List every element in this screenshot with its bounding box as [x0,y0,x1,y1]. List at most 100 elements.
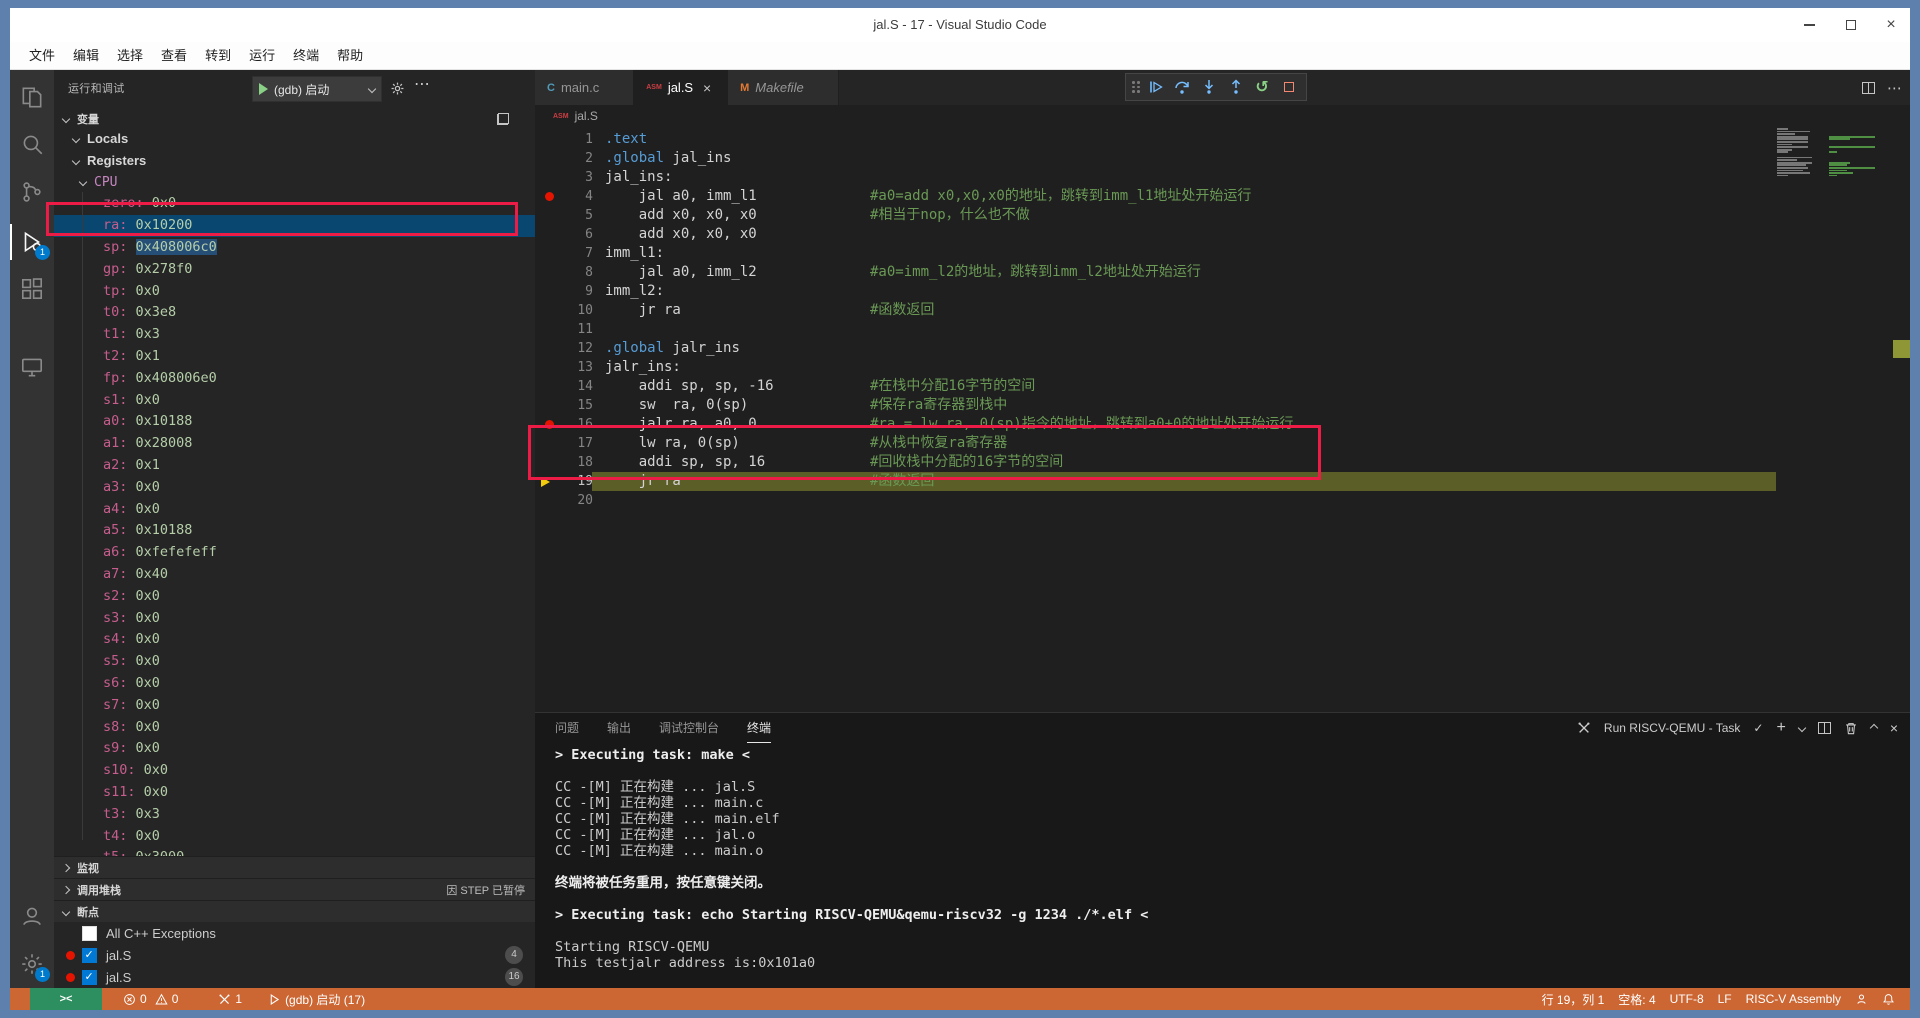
maximize-panel-icon[interactable] [1869,723,1879,733]
variables-group-row[interactable]: Locals [54,128,535,150]
register-row[interactable]: a2: 0x1 [54,455,535,477]
breakpoints-section-header[interactable]: 断点 [54,900,535,922]
step-into-button[interactable] [1198,75,1220,99]
breakpoint-row[interactable]: All C++ Exceptions [54,922,535,944]
maximize-button[interactable] [1834,8,1868,42]
register-row[interactable]: s10: 0x0 [54,760,535,782]
register-row[interactable]: a7: 0x40 [54,564,535,586]
watch-section-header[interactable]: 监视 [54,856,535,878]
register-row[interactable]: t0: 0x3e8 [54,302,535,324]
register-row[interactable]: s11: 0x0 [54,782,535,804]
register-row[interactable]: s1: 0x0 [54,390,535,412]
language-mode[interactable]: RISC-V Assembly [1739,988,1848,1010]
cpu-group-row[interactable]: CPU [54,172,535,194]
register-row[interactable]: s5: 0x0 [54,651,535,673]
breakpoint-checkbox[interactable] [82,947,97,963]
register-row[interactable]: s3: 0x0 [54,608,535,630]
breadcrumb[interactable]: ASM jal.S [535,105,1910,127]
search-icon[interactable] [10,124,54,164]
breakpoint-checkbox[interactable] [82,925,97,941]
register-row[interactable]: s4: 0x0 [54,629,535,651]
register-row[interactable]: a0: 0x10188 [54,411,535,433]
register-row[interactable]: gp: 0x278f0 [54,259,535,281]
register-row[interactable]: fp: 0x408006e0 [54,368,535,390]
close-panel-icon[interactable]: × [1890,720,1898,736]
split-editor-icon[interactable] [1862,81,1875,94]
register-row[interactable]: a3: 0x0 [54,477,535,499]
terminal-task-label[interactable]: Run RISCV-QEMU - Task [1604,721,1740,735]
drag-handle-icon[interactable] [1132,81,1140,93]
register-row[interactable]: a4: 0x0 [54,499,535,521]
menu-item[interactable]: 选择 [108,42,152,70]
editor-tab[interactable]: C main.c [535,70,635,105]
debug-settings-gear-icon[interactable] [390,81,405,101]
register-row[interactable]: s7: 0x0 [54,695,535,717]
debug-start-icon[interactable] [259,83,268,95]
register-row[interactable]: t2: 0x1 [54,346,535,368]
register-row[interactable]: sp: 0x408006c0 [54,237,535,259]
copy-icon[interactable] [497,113,509,125]
tab-close-icon[interactable]: × [699,80,715,96]
more-actions-icon[interactable]: ⋯ [414,74,431,94]
breakpoint-row[interactable]: jal.S 16 [54,966,535,988]
register-row[interactable]: s2: 0x0 [54,586,535,608]
problems-status[interactable]: 0 0 [116,988,185,1010]
close-button[interactable]: × [1874,8,1908,42]
register-row[interactable]: tp: 0x0 [54,281,535,303]
panel-tab[interactable]: 输出 [607,713,631,743]
menu-item[interactable]: 文件 [20,42,64,70]
trash-icon[interactable] [1844,721,1858,735]
bell-icon[interactable] [1875,988,1902,1010]
stop-button[interactable] [1278,75,1300,99]
register-row[interactable]: s9: 0x0 [54,738,535,760]
breakpoint-row[interactable]: jal.S 4 [54,944,535,966]
register-row[interactable]: t1: 0x3 [54,324,535,346]
register-row[interactable]: a5: 0x10188 [54,520,535,542]
editor-tab[interactable]: M Makefile [728,70,839,105]
continue-button[interactable] [1145,75,1167,99]
indentation-status[interactable]: 空格: 4 [1611,988,1662,1010]
explorer-icon[interactable] [10,78,54,118]
menu-item[interactable]: 转到 [196,42,240,70]
register-row[interactable]: t3: 0x3 [54,804,535,826]
more-actions-icon[interactable]: ⋯ [1887,79,1902,97]
title-bar[interactable]: jal.S - 17 - Visual Studio Code × [10,8,1910,42]
minimap[interactable] [1775,128,1885,192]
menu-item[interactable]: 查看 [152,42,196,70]
extensions-icon[interactable] [10,269,54,309]
panel-tab[interactable]: 调试控制台 [659,713,719,743]
editor-tab[interactable]: ASM jal.S × [634,70,729,105]
new-terminal-icon[interactable]: + [1776,719,1785,737]
variables-section-header[interactable]: 变量 [54,108,535,130]
register-row[interactable]: t5: 0x3000 [54,847,535,856]
account-icon[interactable] [10,896,54,936]
menu-item[interactable]: 运行 [240,42,284,70]
menu-item[interactable]: 编辑 [64,42,108,70]
register-row[interactable]: a1: 0x28008 [54,433,535,455]
feedback-icon[interactable] [1848,988,1875,1010]
encoding-status[interactable]: UTF-8 [1663,988,1711,1010]
panel-tab[interactable]: 终端 [747,713,772,743]
debug-config-dropdown[interactable]: (gdb) 启动 [252,76,382,102]
settings-gear-icon[interactable]: 1 [10,944,54,984]
callstack-section-header[interactable]: 调用堆栈 因 STEP 已暂停 [54,878,535,900]
tasks-status[interactable]: 1 [211,988,249,1010]
register-row[interactable]: s6: 0x0 [54,673,535,695]
step-out-button[interactable] [1225,75,1247,99]
menu-item[interactable]: 帮助 [328,42,372,70]
code-editor[interactable]: 1 .text 2 .global jal_ins 3 jal_ins: 4 j… [535,127,1910,712]
panel-tab[interactable]: 问题 [555,713,579,743]
eol-status[interactable]: LF [1711,988,1739,1010]
minimize-button[interactable] [1792,8,1826,42]
remote-explorer-icon[interactable] [10,347,54,387]
register-row[interactable]: a6: 0xfefefeff [54,542,535,564]
terminal-dropdown-icon[interactable] [1797,723,1807,733]
variables-group-row[interactable]: Registers [54,150,535,172]
breakpoint-checkbox[interactable] [82,969,97,985]
remote-indicator[interactable]: >< [30,988,102,1010]
register-row[interactable]: t4: 0x0 [54,826,535,848]
split-terminal-icon[interactable] [1817,722,1831,734]
restart-button[interactable]: ↺ [1251,75,1273,99]
menu-item[interactable]: 终端 [284,42,328,70]
step-over-button[interactable] [1171,75,1193,99]
